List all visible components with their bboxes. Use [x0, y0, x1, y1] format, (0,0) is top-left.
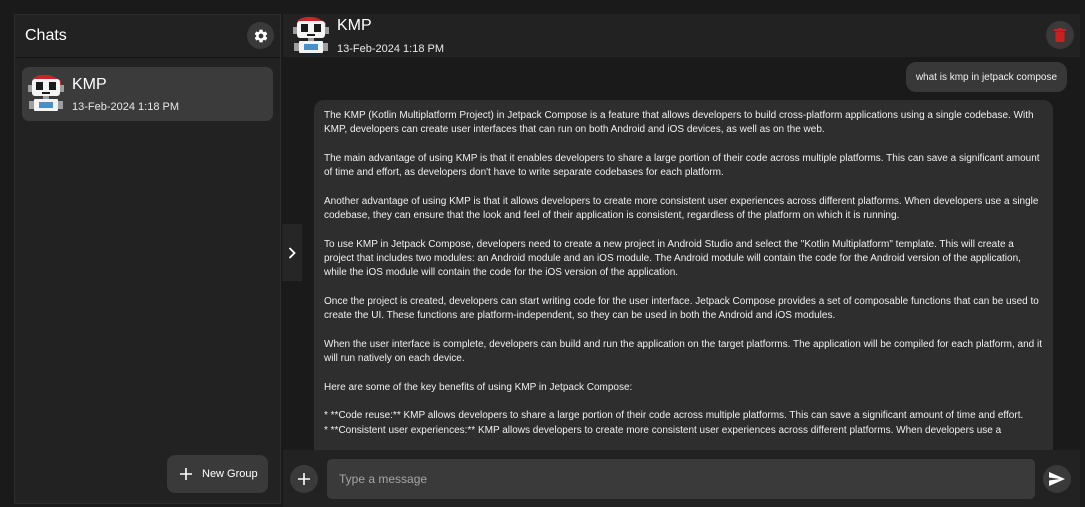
message-composer: [283, 450, 1080, 507]
robot-avatar-icon: [293, 17, 329, 53]
robot-avatar-icon: [28, 75, 64, 111]
message-paragraph: * **Code reuse:** KMP allows developers …: [324, 410, 1024, 422]
gear-icon: [254, 29, 267, 42]
chat-name: KMP: [72, 76, 107, 93]
new-group-label: New Group: [202, 468, 258, 480]
chat-header: KMP 13-Feb-2024 1:18 PM: [283, 14, 1080, 57]
chat-sidebar: Chats KMP 13-Feb-2024 1:18 PM New Group: [14, 14, 281, 504]
conversation-title: KMP: [337, 17, 372, 34]
message-paragraph: * **Consistent user experiences:** KMP a…: [324, 424, 1002, 436]
message-paragraph: To use KMP in Jetpack Compose, developer…: [324, 238, 1021, 279]
message-paragraph: Once the project is created, developers …: [324, 295, 1039, 322]
chat-list-item-kmp[interactable]: KMP 13-Feb-2024 1:18 PM: [22, 67, 273, 121]
conversation-panel: KMP 13-Feb-2024 1:18 PM what is kmp in j…: [283, 14, 1080, 504]
new-group-button[interactable]: New Group: [167, 455, 268, 493]
plus-icon: [180, 468, 192, 480]
message-paragraph: When the user interface is complete, dev…: [324, 338, 1042, 365]
chevron-right-icon: [288, 246, 296, 259]
message-input[interactable]: [327, 459, 1035, 499]
plus-icon: [298, 473, 310, 485]
send-icon: [1049, 472, 1065, 486]
sidebar-header: Chats: [15, 15, 280, 58]
chat-date: 13-Feb-2024 1:18 PM: [72, 101, 180, 113]
settings-button[interactable]: [247, 22, 274, 49]
conversation-date: 13-Feb-2024 1:18 PM: [337, 43, 445, 55]
message-list[interactable]: what is kmp in jetpack compose The KMP (…: [302, 60, 1079, 460]
message-paragraph: The main advantage of using KMP is that …: [324, 152, 1040, 179]
sidebar-title: Chats: [25, 27, 67, 44]
send-button[interactable]: [1043, 465, 1071, 493]
toggle-sidebar-button[interactable]: [282, 224, 302, 281]
message-paragraph: The KMP (Kotlin Multiplatform Project) i…: [324, 110, 1034, 136]
delete-chat-button[interactable]: [1046, 21, 1074, 49]
assistant-message: The KMP (Kotlin Multiplatform Project) i…: [314, 100, 1053, 460]
trash-icon: [1054, 28, 1066, 42]
message-paragraph: Another advantage of using KMP is that i…: [324, 195, 1039, 222]
add-attachment-button[interactable]: [290, 465, 318, 493]
message-paragraph: Here are some of the key benefits of usi…: [324, 381, 633, 393]
user-message: what is kmp in jetpack compose: [905, 62, 1067, 92]
